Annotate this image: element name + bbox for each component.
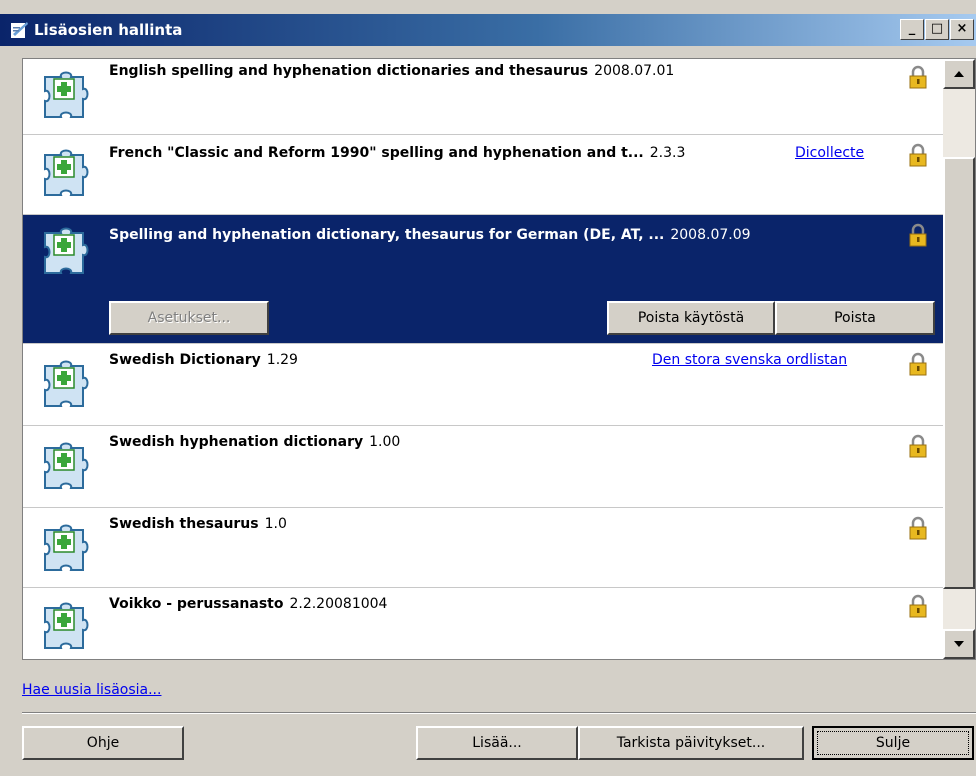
vertical-scrollbar[interactable]: [943, 59, 975, 659]
extension-item-selected[interactable]: Spelling and hyphenation dictionary, the…: [23, 215, 943, 344]
extension-item[interactable]: French "Classic and Reform 1990" spellin…: [23, 135, 943, 215]
maximize-button[interactable]: □: [925, 19, 949, 40]
extension-name: Swedish thesaurus 1.0: [109, 516, 287, 532]
extension-name: English spelling and hyphenation diction…: [109, 63, 675, 79]
scroll-thumb[interactable]: [943, 157, 975, 589]
arrow-up-icon: [954, 71, 964, 77]
extension-name: French "Classic and Reform 1990" spellin…: [109, 145, 686, 161]
title-bar[interactable]: Lisäosien hallinta _ □ ×: [0, 14, 976, 46]
extension-name: Swedish hyphenation dictionary 1.00: [109, 434, 401, 450]
extension-manager-window: Lisäosien hallinta _ □ × English spellin…: [0, 0, 976, 776]
puzzle-icon: [44, 442, 89, 489]
close-window-button[interactable]: ×: [950, 19, 974, 40]
scroll-down-button[interactable]: [943, 629, 975, 659]
extension-name: Spelling and hyphenation dictionary, the…: [109, 227, 751, 243]
add-button[interactable]: Lisää...: [416, 726, 578, 760]
extension-version: 2008.07.01: [594, 63, 675, 79]
lock-icon: [909, 594, 927, 618]
lock-icon: [909, 143, 927, 167]
extension-name: Swedish Dictionary 1.29: [109, 352, 298, 368]
extension-item[interactable]: Swedish thesaurus 1.0: [23, 508, 943, 588]
scroll-up-button[interactable]: [943, 59, 975, 89]
minimize-button[interactable]: _: [900, 19, 924, 40]
extension-item[interactable]: Swedish hyphenation dictionary 1.00: [23, 426, 943, 508]
extension-version: 1.0: [264, 516, 287, 532]
extension-homepage-link[interactable]: Den stora svenska ordlistan: [652, 352, 847, 368]
extension-list[interactable]: English spelling and hyphenation diction…: [22, 58, 976, 660]
extension-item[interactable]: English spelling and hyphenation diction…: [23, 59, 943, 135]
close-button[interactable]: Sulje: [812, 726, 974, 760]
puzzle-icon: [44, 360, 89, 407]
extension-item[interactable]: Voikko - perussanasto 2.2.20081004: [23, 588, 943, 659]
extension-version: 1.29: [266, 352, 298, 368]
puzzle-icon: [44, 149, 89, 196]
puzzle-icon: [44, 602, 89, 649]
extension-name: Voikko - perussanasto 2.2.20081004: [109, 596, 388, 612]
extension-version: 2.2.20081004: [289, 596, 388, 612]
remove-button[interactable]: Poista: [775, 301, 935, 335]
window-title: Lisäosien hallinta: [34, 21, 183, 39]
get-more-extensions-link[interactable]: Hae uusia lisäosia...: [22, 682, 161, 698]
help-button[interactable]: Ohje: [22, 726, 184, 760]
lock-icon: [909, 223, 927, 247]
lock-icon: [909, 434, 927, 458]
extension-version: 2.3.3: [649, 145, 686, 161]
lock-icon: [909, 516, 927, 540]
lock-icon: [909, 352, 927, 376]
extension-version: 1.00: [369, 434, 401, 450]
app-icon: [11, 22, 28, 38]
extension-item[interactable]: Swedish Dictionary 1.29 Den stora svenska…: [23, 344, 943, 426]
separator: [22, 712, 976, 714]
check-updates-button[interactable]: Tarkista päivitykset...: [578, 726, 804, 760]
disable-button[interactable]: Poista käytöstä: [607, 301, 775, 335]
puzzle-icon: [44, 71, 89, 118]
extension-homepage-link[interactable]: Dicollecte: [795, 145, 864, 161]
arrow-down-icon: [954, 641, 964, 647]
puzzle-icon: [44, 524, 89, 571]
options-button[interactable]: Asetukset...: [109, 301, 269, 335]
lock-icon: [909, 65, 927, 89]
puzzle-icon: [44, 227, 89, 274]
extension-version: 2008.07.09: [670, 227, 751, 243]
